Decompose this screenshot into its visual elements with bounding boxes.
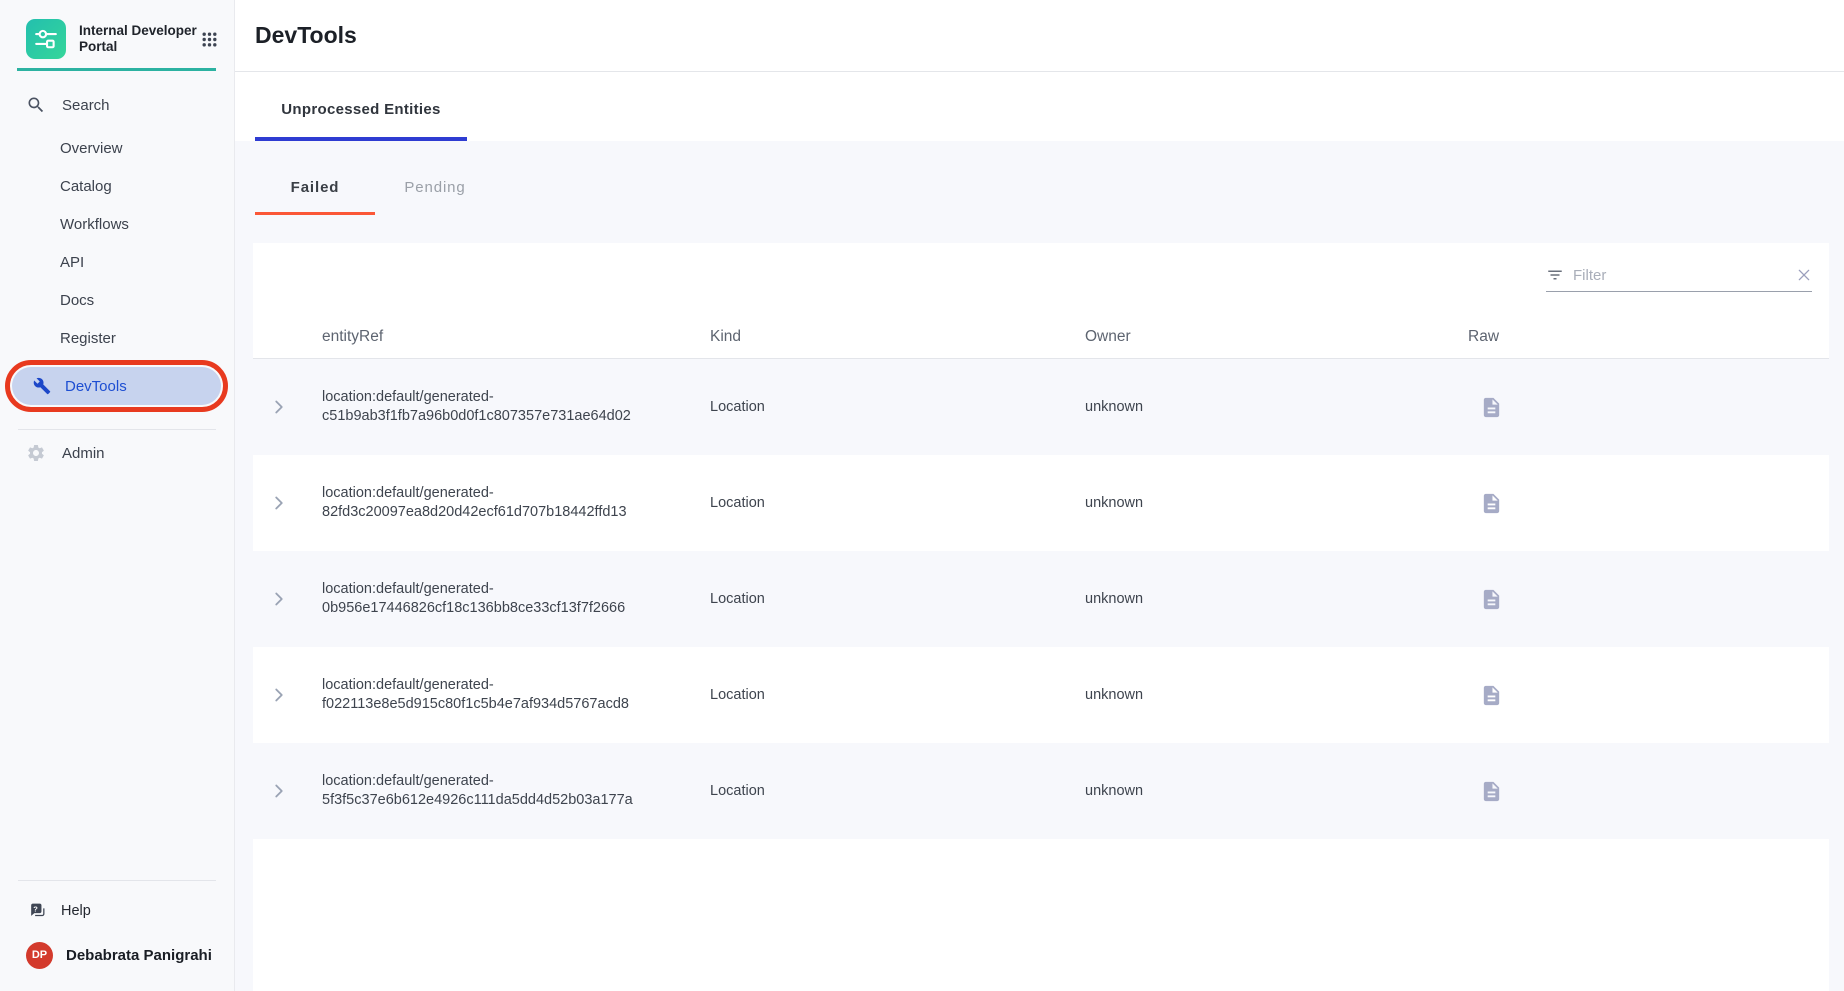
- gear-icon: [26, 443, 46, 463]
- tab-unprocessed-entities[interactable]: Unprocessed Entities: [255, 101, 467, 141]
- sidebar-divider: [18, 429, 216, 430]
- kind-cell: Location: [710, 783, 1085, 799]
- sidebar-item-overview[interactable]: Overview: [0, 129, 234, 167]
- table-body: location:default/generated- c51b9ab3f1fb…: [253, 359, 1829, 839]
- user-name: Debabrata Panigrahi: [66, 947, 212, 964]
- search-icon: [26, 95, 46, 115]
- owner-cell: unknown: [1085, 783, 1468, 799]
- column-header-entityref: entityRef: [322, 328, 710, 346]
- document-icon[interactable]: [1480, 588, 1504, 611]
- entityref-line1: location:default/generated-: [322, 580, 710, 599]
- chevron-right-icon[interactable]: [268, 684, 290, 706]
- pipeline-logo-icon: [32, 25, 60, 53]
- page-title: DevTools: [255, 22, 357, 49]
- sidebar-item-register[interactable]: Register: [0, 319, 234, 357]
- entityref-line2: 0b956e17446826cf18c136bb8ce33cf13f7f2666: [322, 599, 710, 618]
- sidebar: Internal Developer Portal Search: [0, 0, 235, 991]
- entityref-cell: location:default/generated- 0b956e174468…: [322, 580, 710, 618]
- kind-cell: Location: [710, 591, 1085, 607]
- document-icon[interactable]: [1480, 780, 1504, 803]
- user-menu[interactable]: DP Debabrata Panigrahi: [0, 931, 234, 979]
- table-row: location:default/generated- 0b956e174468…: [253, 551, 1829, 647]
- chevron-right-icon[interactable]: [268, 588, 290, 610]
- sidebar-item-help[interactable]: ? Help: [0, 891, 234, 931]
- chevron-right-icon[interactable]: [268, 492, 290, 514]
- sidebar-nav: Search Overview Catalog Workflows API Do…: [0, 71, 234, 472]
- subtab-bar: Failed Pending: [235, 141, 1844, 215]
- column-header-owner: Owner: [1085, 328, 1468, 346]
- entityref-line2: 5f3f5c37e6b612e4926c111da5dd4d52b03a177a: [322, 791, 710, 810]
- entityref-cell: location:default/generated- c51b9ab3f1fb…: [322, 388, 710, 426]
- column-header-raw: Raw: [1468, 328, 1829, 346]
- sidebar-item-search[interactable]: Search: [0, 86, 234, 124]
- kind-cell: Location: [710, 399, 1085, 415]
- entityref-cell: location:default/generated- 5f3f5c37e6b6…: [322, 772, 710, 810]
- apps-grid-icon[interactable]: [201, 31, 218, 48]
- sidebar-item-label: DevTools: [65, 378, 127, 395]
- help-label: Help: [61, 903, 91, 919]
- document-icon[interactable]: [1480, 684, 1504, 707]
- main-area: DevTools Unprocessed Entities Failed Pen…: [235, 0, 1844, 991]
- owner-cell: unknown: [1085, 495, 1468, 511]
- sidebar-divider: [18, 880, 216, 881]
- subtab-failed[interactable]: Failed: [255, 179, 375, 215]
- entityref-line1: location:default/generated-: [322, 484, 710, 503]
- sidebar-item-catalog[interactable]: Catalog: [0, 167, 234, 205]
- entityref-cell: location:default/generated- 82fd3c20097e…: [322, 484, 710, 522]
- sidebar-bottom: ? Help DP Debabrata Panigrahi: [0, 863, 234, 991]
- svg-text:?: ?: [33, 904, 38, 913]
- filter-box: [1546, 266, 1812, 292]
- table-row: location:default/generated- c51b9ab3f1fb…: [253, 359, 1829, 455]
- sidebar-item-label: Admin: [62, 445, 105, 462]
- filter-row: [253, 243, 1829, 315]
- document-icon[interactable]: [1480, 492, 1504, 515]
- entityref-line2: f022113e8e5d915c80f1c5b4e7af934d5767acd8: [322, 695, 710, 714]
- sidebar-item-docs[interactable]: Docs: [0, 281, 234, 319]
- filter-input[interactable]: [1573, 267, 1787, 284]
- table-header-row: entityRef Kind Owner Raw: [253, 315, 1829, 359]
- sidebar-item-label: Search: [62, 97, 110, 114]
- content-area: Failed Pending: [235, 141, 1844, 991]
- table-row: location:default/generated- 5f3f5c37e6b6…: [253, 743, 1829, 839]
- column-header-kind: Kind: [710, 328, 1085, 346]
- table-row: location:default/generated- f022113e8e5d…: [253, 647, 1829, 743]
- help-chat-icon: ?: [28, 902, 47, 921]
- entityref-line1: location:default/generated-: [322, 388, 710, 407]
- document-icon[interactable]: [1480, 396, 1504, 419]
- avatar: DP: [26, 942, 53, 969]
- chevron-right-icon[interactable]: [268, 396, 290, 418]
- owner-cell: unknown: [1085, 687, 1468, 703]
- kind-cell: Location: [710, 687, 1085, 703]
- subtab-pending[interactable]: Pending: [375, 179, 495, 215]
- tab-bar: Unprocessed Entities: [235, 72, 1844, 141]
- table-card: entityRef Kind Owner Raw location:defaul…: [253, 243, 1829, 991]
- owner-cell: unknown: [1085, 591, 1468, 607]
- brand-logo: [26, 19, 66, 59]
- entityref-line2: c51b9ab3f1fb7a96b0d0f1c807357e731ae64d02: [322, 407, 710, 426]
- table-row: location:default/generated- 82fd3c20097e…: [253, 455, 1829, 551]
- clear-x-icon[interactable]: [1796, 267, 1812, 283]
- entityref-line1: location:default/generated-: [322, 676, 710, 695]
- filter-list-icon: [1546, 266, 1564, 284]
- app-root: Internal Developer Portal Search: [0, 0, 1844, 991]
- sidebar-item-api[interactable]: API: [0, 243, 234, 281]
- brand-title: Internal Developer Portal: [79, 23, 197, 55]
- devtools-annotation-oval: DevTools: [5, 360, 228, 412]
- wrench-icon: [33, 377, 51, 395]
- kind-cell: Location: [710, 495, 1085, 511]
- sidebar-item-admin[interactable]: Admin: [0, 434, 234, 472]
- entityref-line1: location:default/generated-: [322, 772, 710, 791]
- brand-row: Internal Developer Portal: [0, 0, 234, 59]
- sidebar-item-workflows[interactable]: Workflows: [0, 205, 234, 243]
- page-header: DevTools: [235, 0, 1844, 72]
- chevron-right-icon[interactable]: [268, 780, 290, 802]
- sidebar-item-devtools[interactable]: DevTools: [12, 367, 221, 405]
- entityref-line2: 82fd3c20097ea8d20d42ecf61d707b18442ffd13: [322, 503, 710, 522]
- owner-cell: unknown: [1085, 399, 1468, 415]
- entityref-cell: location:default/generated- f022113e8e5d…: [322, 676, 710, 714]
